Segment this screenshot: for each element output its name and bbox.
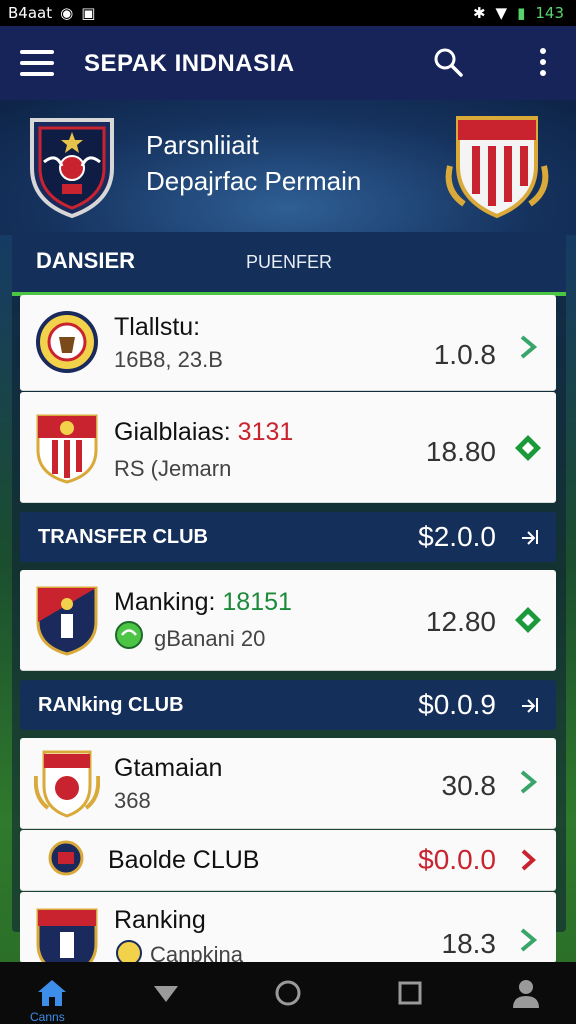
list-item[interactable]: Gialblaias: 3131 RS (Jemarn 18.80 — [20, 392, 556, 503]
back-triangle-icon[interactable] — [150, 978, 182, 1008]
row-value: 30.8 — [441, 770, 497, 801]
home-icon[interactable] — [36, 978, 68, 1008]
bottom-nav-bar: Canns — [0, 962, 576, 1024]
go-arrow-icon[interactable] — [518, 694, 540, 716]
row-value: 18.80 — [425, 436, 496, 467]
row-title: Tlallstu: — [114, 313, 201, 341]
battery-icon: ▮ — [517, 4, 526, 22]
diamond-indicator-icon[interactable] — [512, 432, 544, 464]
club-logo — [36, 586, 98, 656]
row-value: 1.0.8 — [433, 339, 496, 370]
hero-banner: Parsnliiait Depajrfac Permain — [0, 100, 576, 235]
diamond-indicator-icon[interactable] — [512, 604, 544, 636]
hero-title: Parsnliiait — [146, 130, 259, 160]
chevron-right-icon[interactable] — [512, 924, 544, 956]
band-label: RANking CLUB — [38, 694, 184, 716]
row-title: Baolde CLUB — [108, 846, 260, 874]
row-title: Ranking — [114, 906, 206, 934]
transfer-club-band[interactable]: TRANSFER CLUB $2.0.0 — [20, 512, 556, 562]
row-subtitle: 16B8, 23.B — [114, 347, 223, 372]
profile-icon[interactable] — [510, 978, 542, 1008]
chevron-right-icon[interactable] — [512, 844, 544, 876]
row-title: Gialblaias: 3131 — [114, 418, 294, 446]
row-subtitle: gBanani 20 — [154, 626, 266, 651]
home-label: Canns — [30, 1010, 65, 1024]
bluetooth-icon: ✱ — [472, 4, 486, 22]
row-title-highlight: 18151 — [222, 588, 292, 616]
football-icon — [115, 621, 143, 649]
status-carrier: B4aat — [8, 4, 53, 22]
band-label: TRANSFER CLUB — [38, 526, 208, 548]
row-value: 12.80 — [425, 606, 496, 637]
tab-puenfer[interactable]: PUENFER — [246, 252, 332, 273]
home-circle-icon[interactable] — [272, 978, 304, 1008]
chevron-right-icon[interactable] — [512, 331, 544, 363]
chevron-right-icon[interactable] — [512, 766, 544, 798]
battery-level: 143 — [535, 4, 564, 22]
club-logo — [36, 311, 98, 373]
row-value: 18.3 — [441, 928, 497, 959]
row-value: $0.0.0 — [418, 844, 496, 875]
menu-icon[interactable] — [20, 50, 54, 78]
tab-dansier[interactable]: DANSIER — [36, 248, 135, 274]
band-price: $2.0.0 — [418, 521, 496, 552]
list-item[interactable]: Baolde CLUB $0.0.0 — [20, 830, 556, 891]
football-icon — [116, 940, 142, 962]
row-title: Manking: 18151 — [114, 588, 292, 616]
club-crest-right — [445, 116, 549, 219]
list-item[interactable]: Ranking Canpkina 18.3 — [20, 892, 556, 978]
notification-circle-icon: ◉ — [60, 4, 74, 22]
club-logo — [48, 840, 84, 876]
club-logo — [34, 750, 100, 818]
club-crest-left — [30, 118, 114, 219]
list-item[interactable]: Manking: 18151 gBanani 20 12.80 — [20, 570, 556, 671]
recents-square-icon[interactable] — [394, 978, 426, 1008]
wifi-icon: ▼ — [495, 4, 508, 22]
row-title: Gtamaian — [114, 754, 223, 782]
ranking-club-band[interactable]: RANking CLUB $0.0.9 — [20, 680, 556, 730]
club-logo — [36, 414, 98, 484]
list-item[interactable]: Gtamaian 368 30.8 — [20, 738, 556, 829]
row-title-highlight: 3131 — [237, 418, 294, 446]
more-options-icon[interactable] — [540, 48, 548, 78]
go-arrow-icon[interactable] — [518, 526, 540, 548]
row-subtitle: RS (Jemarn — [114, 456, 232, 481]
search-icon[interactable] — [432, 46, 464, 78]
band-price: $0.0.9 — [418, 689, 496, 720]
app-bar: SEPAK INDNASIA — [0, 26, 576, 100]
list-item[interactable]: Tlallstu: 16B8, 23.B 1.0.8 — [20, 295, 556, 391]
status-bar: B4aat ◉ ▣ ✱ ▼ ▮ 143 — [0, 0, 576, 26]
image-notification-icon: ▣ — [81, 4, 96, 22]
hero-subtitle: Depajrfac Permain — [146, 166, 362, 196]
tab-bar: DANSIER PUENFER — [12, 232, 566, 296]
row-subtitle: 368 — [114, 788, 151, 813]
app-title: SEPAK INDNASIA — [84, 50, 295, 77]
